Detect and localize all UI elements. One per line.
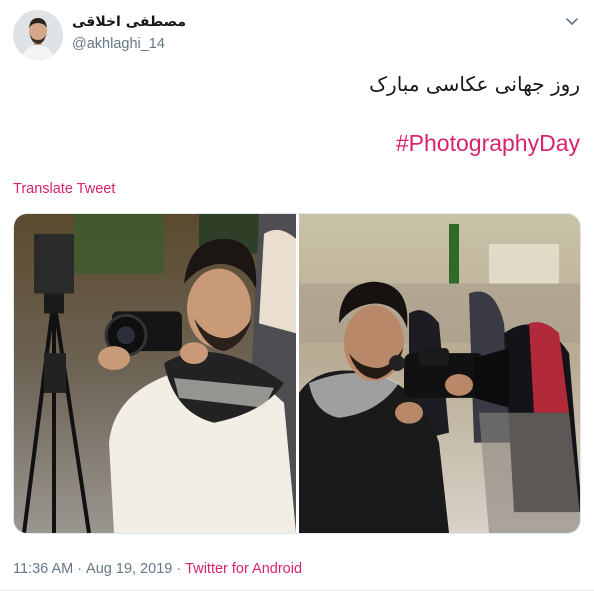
chevron-down-icon[interactable] (562, 12, 582, 32)
photo-photographer-video[interactable] (299, 214, 580, 533)
display-name[interactable]: مصطفی اخلاقی (72, 14, 186, 30)
meta-separator-2: · (176, 561, 182, 577)
tweet-meta: 11:36 AM · Aug 19, 2019 · Twitter for Androi… (13, 561, 302, 577)
translate-tweet-link[interactable]: Translate Tweet (13, 181, 115, 197)
tweet-date[interactable]: Aug 19, 2019 (86, 561, 172, 577)
media-grid (13, 213, 581, 534)
tweet-text: روز جهانی عکاسی مبارک (369, 72, 580, 96)
hashtag-link[interactable]: #PhotographyDay (396, 130, 580, 157)
tweet-source-link[interactable]: Twitter for Android (185, 561, 302, 577)
photo-photographer-dslr[interactable] (14, 214, 296, 533)
avatar[interactable] (13, 10, 63, 60)
meta-separator: · (77, 561, 83, 577)
avatar-image (13, 10, 63, 60)
tweet-card[interactable]: مصطفی اخلاقی @akhlaghi_14 روز جهانی عکاس… (0, 0, 594, 591)
tweet-time[interactable]: 11:36 AM (13, 561, 73, 577)
user-handle[interactable]: @akhlaghi_14 (72, 36, 165, 52)
